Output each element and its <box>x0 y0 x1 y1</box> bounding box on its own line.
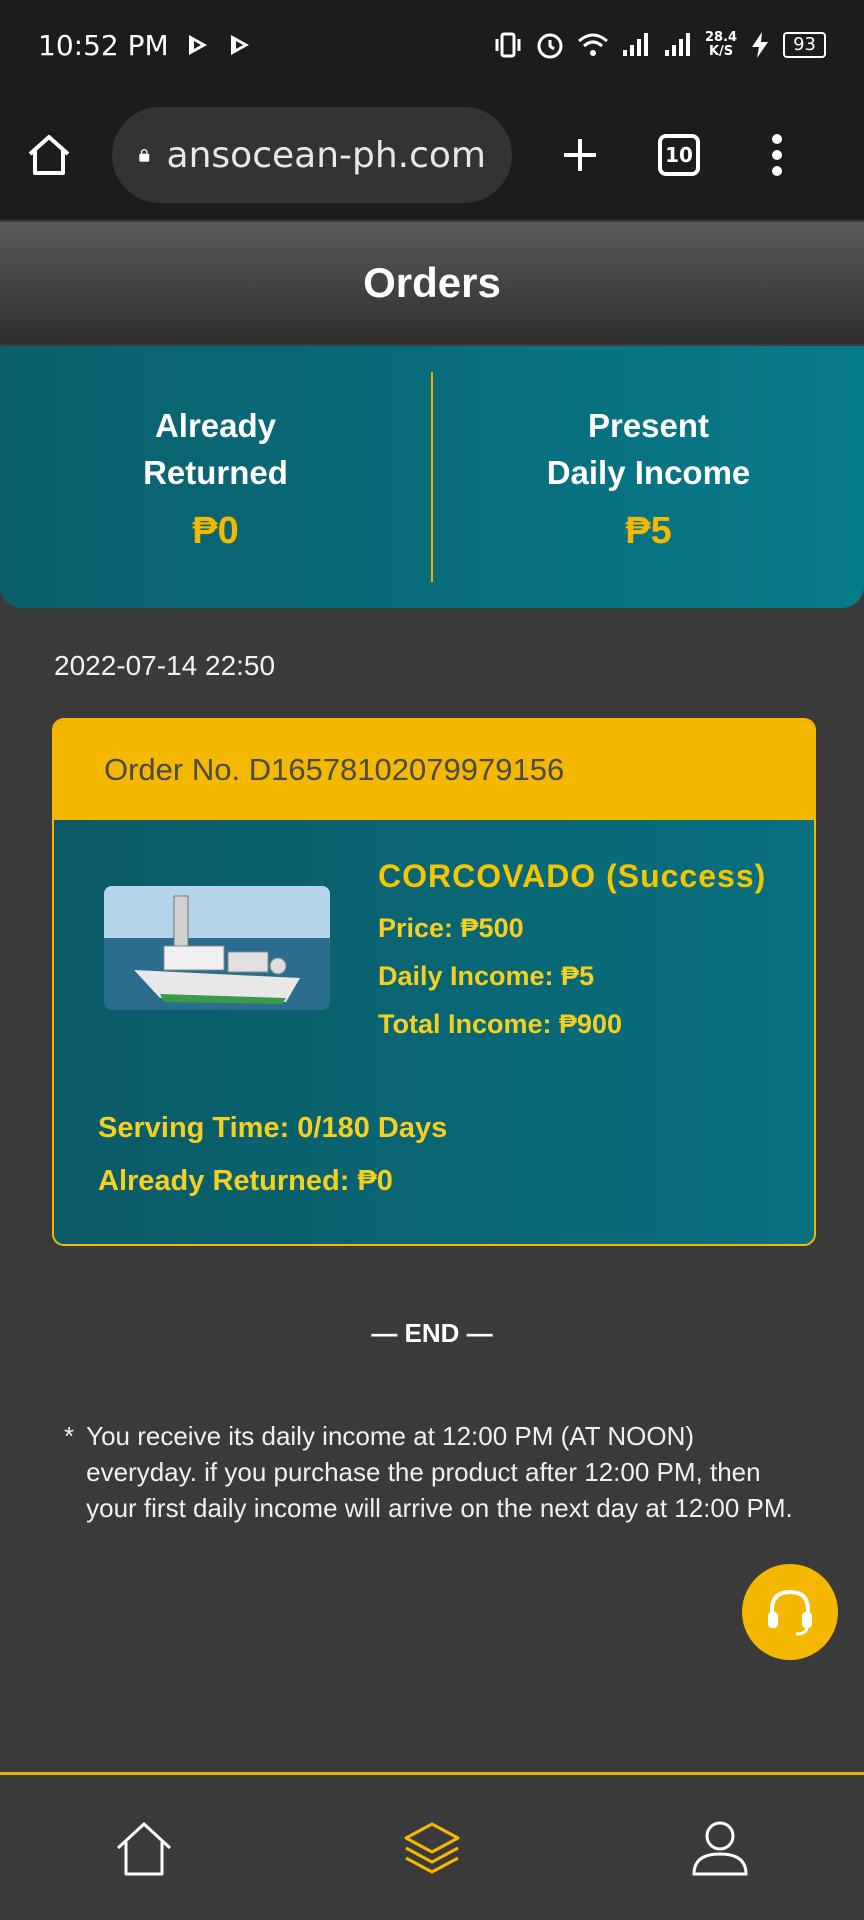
wifi-icon <box>578 33 608 56</box>
headset-icon <box>768 1589 812 1636</box>
browser-toolbar: ansocean-ph.com 10 <box>0 90 864 220</box>
daily-income-summary: Present Daily Income ₱5 <box>433 346 864 608</box>
note-marker: * <box>64 1421 75 1451</box>
home-icon <box>116 1822 172 1875</box>
already-returned-label-1: Already <box>154 406 277 444</box>
status-bar: 10:52 PM 28.4 K/S 93 <box>0 0 864 90</box>
order-card[interactable]: Order No. D16578102079979156 CORCOVADO (… <box>52 718 816 1246</box>
end-marker: — END — <box>371 1318 493 1348</box>
product-name: CORCOVADO <box>378 858 597 894</box>
order-already-returned: Already Returned: ₱0 <box>98 1165 393 1197</box>
page-title: Orders <box>0 222 864 344</box>
network-speed: 28.4 K/S <box>705 31 737 59</box>
product-price: Price: ₱500 <box>378 913 524 943</box>
user-icon <box>692 1821 748 1875</box>
note-text: You receive its daily income at 12:00 PM… <box>86 1421 793 1523</box>
play-icon <box>188 35 207 55</box>
browser-home-icon[interactable] <box>24 130 74 180</box>
order-progress: Serving Time: 0/180 Days Already Returne… <box>98 1112 447 1218</box>
order-date: 2022-07-14 22:50 <box>54 650 276 681</box>
battery-indicator: 93 <box>783 32 826 58</box>
vibrate-icon <box>495 32 521 58</box>
status-time: 10:52 PM <box>38 28 169 62</box>
order-status: (Success) <box>606 858 767 894</box>
alarm-icon <box>537 33 563 59</box>
tab-switcher-button[interactable]: 10 <box>658 134 700 176</box>
already-returned-label-2: Returned <box>143 453 288 491</box>
serving-time: Serving Time: 0/180 Days <box>98 1112 448 1144</box>
order-number: Order No. D16578102079979156 <box>54 720 814 820</box>
network-speed-value: 28.4 <box>705 30 738 45</box>
lock-icon <box>139 148 150 162</box>
product-daily-income: Daily Income: ₱5 <box>378 961 595 991</box>
new-tab-icon[interactable] <box>560 135 600 175</box>
nav-orders[interactable] <box>392 1808 472 1888</box>
already-returned-summary: Already Returned ₱0 <box>0 346 431 608</box>
product-total-income: Total Income: ₱900 <box>378 1009 623 1039</box>
product-image <box>104 886 330 1010</box>
product-title: CORCOVADO (Success) <box>378 858 766 895</box>
url-text: ansocean-ph.com <box>166 134 486 176</box>
product-details: CORCOVADO (Success) Price: ₱500 Daily In… <box>378 858 766 1057</box>
daily-income-value: ₱5 <box>625 509 672 552</box>
nav-home[interactable] <box>104 1808 184 1888</box>
summary-panel: Already Returned ₱0 Present Daily Income… <box>0 346 864 608</box>
signal-icon <box>623 33 649 56</box>
nav-profile[interactable] <box>680 1808 760 1888</box>
income-note: * You receive its daily income at 12:00 … <box>64 1418 804 1526</box>
address-bar[interactable]: ansocean-ph.com <box>112 107 512 203</box>
more-options-icon[interactable] <box>770 133 784 177</box>
daily-income-label-2: Daily Income <box>546 453 751 491</box>
network-speed-unit: K/S <box>708 44 734 59</box>
already-returned-value: ₱0 <box>192 509 239 552</box>
play-icon <box>230 35 249 55</box>
layers-icon <box>404 1822 460 1874</box>
signal-icon <box>665 33 691 56</box>
charging-icon <box>752 32 769 58</box>
daily-income-label-1: Present <box>587 406 710 444</box>
bottom-navigation <box>0 1772 864 1920</box>
support-button[interactable] <box>742 1564 838 1660</box>
